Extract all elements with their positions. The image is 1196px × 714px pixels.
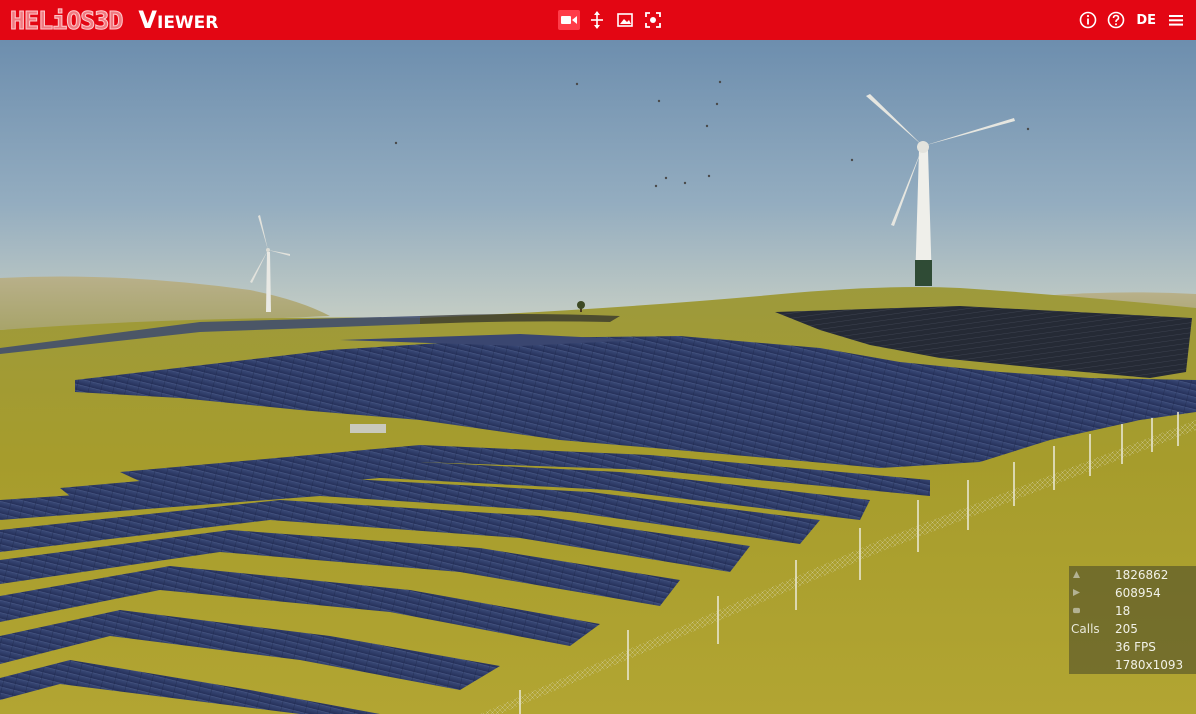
fps-value: 36 FPS [1115, 640, 1156, 654]
texture-icon [1073, 607, 1080, 614]
language-switch[interactable]: DE [1134, 13, 1158, 28]
help-button[interactable] [1106, 9, 1126, 31]
logo-helios3d: HELiOS3D [9, 5, 123, 35]
textures-value: 18 [1115, 604, 1131, 618]
menu-button[interactable] [1166, 9, 1186, 31]
viewer-toolbar [558, 10, 664, 30]
image-tool-button[interactable] [614, 10, 636, 30]
stat-textures: 18 [1069, 602, 1196, 620]
top-bar: HELiOS3D Viewer DE [0, 0, 1196, 40]
camera-tool-button[interactable] [558, 10, 580, 30]
info-circle-icon [1080, 11, 1097, 29]
stat-triangles: 1826862 [1069, 566, 1196, 584]
question-circle-icon [1108, 11, 1125, 29]
video-camera-icon [561, 16, 577, 24]
stat-fps: 36 FPS [1069, 638, 1196, 656]
building [350, 424, 386, 433]
viewer-3d-canvas[interactable] [0, 40, 1196, 714]
info-button[interactable] [1078, 9, 1098, 31]
triangle-icon [1073, 571, 1080, 578]
stat-calls: Calls 205 [1069, 620, 1196, 638]
stat-points: 608954 [1069, 584, 1196, 602]
triangles-value: 1826862 [1115, 568, 1169, 582]
stat-resolution: 1780x1093 [1069, 656, 1196, 674]
arrows-move-icon [591, 11, 603, 29]
points-value: 608954 [1115, 586, 1161, 600]
render-stats-panel: 1826862 608954 18 Calls 205 36 FPS 1780x… [1069, 566, 1196, 674]
hamburger-menu-icon [1169, 15, 1183, 26]
point-icon [1073, 589, 1080, 596]
focus-tool-button[interactable] [642, 10, 664, 30]
resolution-value: 1780x1093 [1115, 658, 1184, 672]
calls-value: 205 [1115, 622, 1138, 636]
move-tool-button[interactable] [586, 10, 608, 30]
calls-label: Calls [1071, 622, 1100, 636]
right-toolbar: DE [1078, 9, 1186, 31]
picture-icon [617, 13, 633, 27]
focus-target-icon [645, 12, 661, 28]
logo-viewer-label: Viewer [138, 6, 219, 34]
app-logo[interactable]: HELiOS3D Viewer [9, 5, 219, 35]
